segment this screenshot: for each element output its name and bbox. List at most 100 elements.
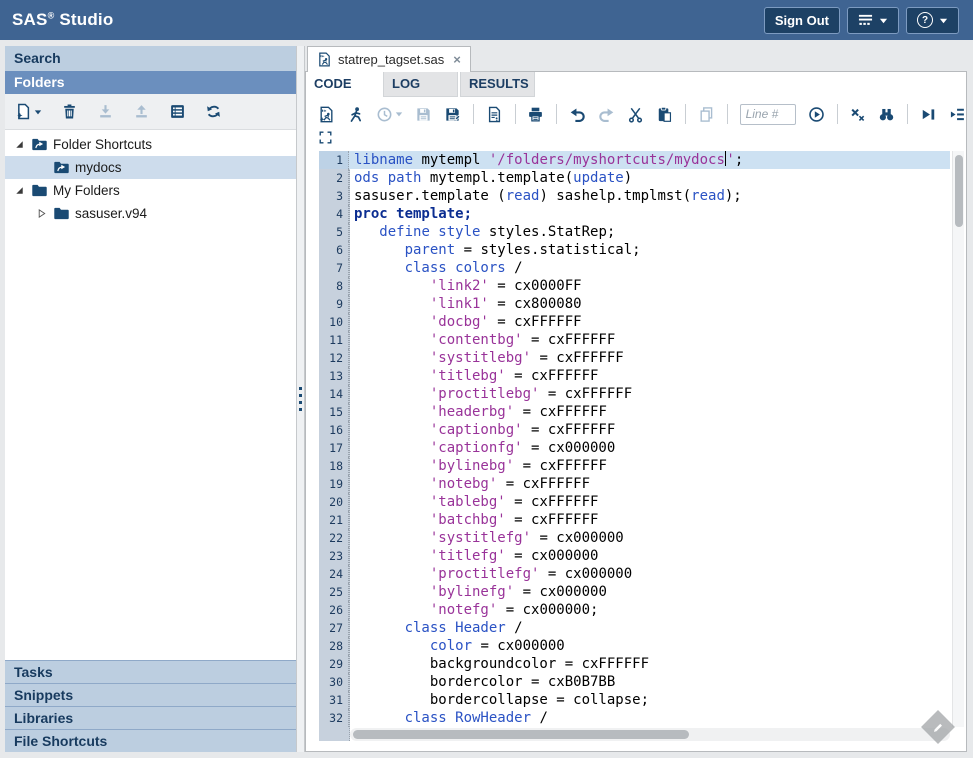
line-number: 6 xyxy=(319,241,349,259)
properties-button[interactable] xyxy=(169,103,186,120)
toolbar-separator xyxy=(473,104,474,124)
code-line-4[interactable]: 4proc template; xyxy=(319,205,950,223)
vertical-scrollbar[interactable] xyxy=(952,151,964,727)
horizontal-scrollbar[interactable] xyxy=(350,728,950,741)
line-number: 28 xyxy=(319,637,349,655)
find-button[interactable] xyxy=(878,106,895,123)
code-text: bordercolor = cxB0B7BB xyxy=(349,673,950,691)
tree-item-folder-shortcuts[interactable]: Folder Shortcuts xyxy=(5,133,296,156)
code-line-6[interactable]: 6 parent = styles.statistical; xyxy=(319,241,950,259)
line-number: 27 xyxy=(319,619,349,637)
sidebar-section-tasks[interactable]: Tasks xyxy=(5,660,296,683)
program-summary-button[interactable] xyxy=(486,106,503,123)
sidebar-section-folders[interactable]: Folders xyxy=(5,71,296,94)
new-program-button[interactable] xyxy=(318,106,335,123)
tree-item-label: sasuser.v94 xyxy=(75,206,147,221)
code-line-17[interactable]: 17 'captionfg' = cx000000 xyxy=(319,439,950,457)
sidebar-section-file-shortcuts[interactable]: File Shortcuts xyxy=(5,729,296,752)
tree-item-mydocs[interactable]: mydocs xyxy=(5,156,296,179)
undo-button[interactable] xyxy=(569,106,586,123)
code-line-32[interactable]: 32 class RowHeader / xyxy=(319,709,950,727)
paste-button[interactable] xyxy=(656,106,673,123)
goto-line-button[interactable] xyxy=(808,106,825,123)
run-button[interactable] xyxy=(347,106,364,123)
line-number: 21 xyxy=(319,511,349,529)
app-menu-button[interactable] xyxy=(847,7,899,34)
line-number: 15 xyxy=(319,403,349,421)
code-line-9[interactable]: 9 'link1' = cx800080 xyxy=(319,295,950,313)
tree-collapsed-icon[interactable] xyxy=(35,208,48,219)
line-number: 29 xyxy=(319,655,349,673)
save-as-button[interactable] xyxy=(444,106,461,123)
line-number: 18 xyxy=(319,457,349,475)
cut-button[interactable] xyxy=(627,106,644,123)
line-number: 12 xyxy=(319,349,349,367)
tab-log[interactable]: LOG xyxy=(383,72,458,97)
run-icon xyxy=(347,106,364,123)
code-line-2[interactable]: 2ods path mytempl.template(update) xyxy=(319,169,950,187)
line-number: 32 xyxy=(319,709,349,727)
code-line-31[interactable]: 31 bordercollapse = collapse; xyxy=(319,691,950,709)
code-line-29[interactable]: 29 backgroundcolor = cxFFFFFF xyxy=(319,655,950,673)
toolbar-separator xyxy=(907,104,908,124)
refresh-button[interactable] xyxy=(205,103,222,120)
code-line-18[interactable]: 18 'bylinebg' = cxFFFFFF xyxy=(319,457,950,475)
code-line-10[interactable]: 10 'docbg' = cxFFFFFF xyxy=(319,313,950,331)
code-line-12[interactable]: 12 'systitlebg' = cxFFFFFF xyxy=(319,349,950,367)
code-line-20[interactable]: 20 'tablebg' = cxFFFFFF xyxy=(319,493,950,511)
help-button[interactable]: ? xyxy=(906,7,959,34)
code-line-21[interactable]: 21 'batchbg' = cxFFFFFF xyxy=(319,511,950,529)
tree-item-my-folders[interactable]: My Folders xyxy=(5,179,296,202)
maximize-view-button[interactable] xyxy=(319,131,332,147)
sidebar-section-snippets[interactable]: Snippets xyxy=(5,683,296,706)
code-line-7[interactable]: 7 class colors / xyxy=(319,259,950,277)
code-line-27[interactable]: 27 class Header / xyxy=(319,619,950,637)
code-text: 'systitlebg' = cxFFFFFF xyxy=(349,349,950,367)
code-line-8[interactable]: 8 'link2' = cx0000FF xyxy=(319,277,950,295)
line-number: 4 xyxy=(319,205,349,223)
toolbar-separator xyxy=(515,104,516,124)
sidebar-splitter[interactable] xyxy=(296,46,305,752)
code-line-3[interactable]: 3sasuser.template (read) sashelp.tmplmst… xyxy=(319,187,950,205)
code-line-23[interactable]: 23 'titlefg' = cx000000 xyxy=(319,547,950,565)
format-code-button[interactable] xyxy=(949,106,966,123)
history-icon xyxy=(376,106,393,123)
sidebar-section-libraries[interactable]: Libraries xyxy=(5,706,296,729)
code-line-26[interactable]: 26 'notefg' = cx000000; xyxy=(319,601,950,619)
clear-code-button[interactable] xyxy=(849,106,866,123)
close-tab-icon[interactable]: × xyxy=(453,52,461,67)
app-header: SAS® Studio Sign Out ? xyxy=(0,0,973,40)
code-line-5[interactable]: 5 define style styles.StatRep; xyxy=(319,223,950,241)
code-line-30[interactable]: 30 bordercolor = cxB0B7BB xyxy=(319,673,950,691)
code-line-13[interactable]: 13 'titlebg' = cxFFFFFF xyxy=(319,367,950,385)
code-line-11[interactable]: 11 'contentbg' = cxFFFFFF xyxy=(319,331,950,349)
horizontal-scrollbar-thumb[interactable] xyxy=(353,730,689,739)
document-tab[interactable]: statrep_tagset.sas × xyxy=(307,46,471,72)
tab-code[interactable]: CODE xyxy=(306,72,381,97)
tree-expanded-icon[interactable] xyxy=(13,139,26,150)
sign-out-button[interactable]: Sign Out xyxy=(764,7,840,34)
tree-expanded-icon[interactable] xyxy=(13,185,26,196)
delete-button[interactable] xyxy=(61,103,78,120)
tab-results[interactable]: RESULTS xyxy=(460,72,535,97)
code-line-19[interactable]: 19 'notebg' = cxFFFFFF xyxy=(319,475,950,493)
sidebar-section-search[interactable]: Search xyxy=(5,46,296,71)
tree-item-sasuser-v94[interactable]: sasuser.v94 xyxy=(5,202,296,225)
code-line-15[interactable]: 15 'headerbg' = cxFFFFFF xyxy=(319,403,950,421)
code-line-25[interactable]: 25 'bylinefg' = cx000000 xyxy=(319,583,950,601)
code-line-22[interactable]: 22 'systitlefg' = cx000000 xyxy=(319,529,950,547)
run-region-button[interactable] xyxy=(920,106,937,123)
new-item-button[interactable] xyxy=(15,103,42,120)
paste-icon xyxy=(656,106,673,123)
code-line-16[interactable]: 16 'captionbg' = cxFFFFFF xyxy=(319,421,950,439)
line-number-input[interactable] xyxy=(740,104,796,125)
code-editor[interactable]: 1libname mytempl '/folders/myshortcuts/m… xyxy=(319,151,950,741)
code-line-28[interactable]: 28 color = cx000000 xyxy=(319,637,950,655)
vertical-scrollbar-thumb[interactable] xyxy=(955,155,963,227)
code-line-14[interactable]: 14 'proctitlebg' = cxFFFFFF xyxy=(319,385,950,403)
line-number: 3 xyxy=(319,187,349,205)
code-line-24[interactable]: 24 'proctitlefg' = cx000000 xyxy=(319,565,950,583)
print-button[interactable] xyxy=(527,106,544,123)
code-line-1[interactable]: 1libname mytempl '/folders/myshortcuts/m… xyxy=(319,151,950,169)
folder-tree: Folder ShortcutsmydocsMy Folders sasuser.… xyxy=(5,130,296,660)
